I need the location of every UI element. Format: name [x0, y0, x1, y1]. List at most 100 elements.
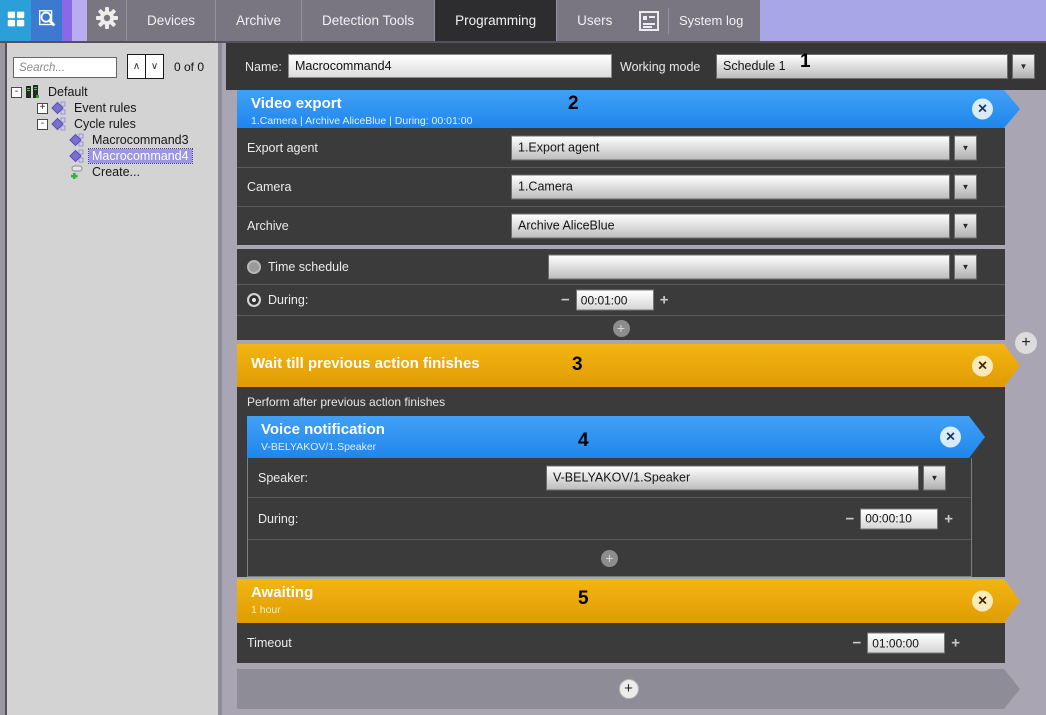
during-label: During: — [268, 293, 308, 307]
add-button[interactable]: + — [613, 320, 630, 337]
tree-item-macrocommand4[interactable]: Macrocommand4 — [11, 148, 216, 164]
time-schedule-dropdown[interactable]: ▼ — [548, 254, 977, 279]
action-subtitle: 1.Camera | Archive AliceBlue | During: 0… — [237, 112, 1020, 127]
action-subtitle: 1 hour — [237, 601, 1020, 616]
action-header-voice-notification: Voice notification V-BELYAKOV/1.Speaker … — [247, 416, 985, 458]
export-agent-value[interactable]: 1.Export agent — [511, 135, 950, 160]
dropdown-arrow-button[interactable]: ▼ — [923, 465, 946, 490]
tree-item-label: Default — [45, 85, 91, 99]
timeout-stepper: − + — [846, 633, 966, 654]
tab-programming[interactable]: Programming — [434, 0, 556, 41]
tab-archive[interactable]: Archive — [215, 0, 301, 41]
macro-name-input[interactable] — [288, 54, 612, 78]
tiles-icon — [5, 8, 27, 33]
camera-dropdown[interactable]: 1.Camera ▼ — [511, 175, 977, 200]
decorative-stripe — [72, 0, 87, 41]
tab-users[interactable]: Users — [556, 0, 632, 41]
during-radio[interactable] — [247, 293, 261, 307]
chevron-down-icon: ▼ — [962, 262, 970, 271]
tree-item-label: Create... — [89, 165, 143, 179]
divider — [668, 8, 669, 34]
timeout-label: Timeout — [247, 636, 292, 650]
speaker-dropdown[interactable]: V-BELYAKOV/1.Speaker ▼ — [546, 465, 946, 490]
add-button[interactable]: + — [601, 550, 618, 567]
settings-gear-button[interactable] — [87, 0, 126, 41]
working-mode-dropdown[interactable]: Schedule 1 ▼ — [716, 54, 1035, 79]
action-title: Wait till previous action finishes — [237, 344, 1020, 372]
add-action-row: + — [248, 539, 971, 576]
collapse-toggle[interactable]: - — [37, 119, 48, 130]
tab-devices[interactable]: Devices — [126, 0, 215, 41]
decrease-button[interactable]: − — [839, 510, 860, 527]
voice-during-label: During: — [258, 512, 298, 526]
time-schedule-radio[interactable] — [247, 260, 261, 274]
archive-dropdown[interactable]: Archive AliceBlue ▼ — [511, 214, 977, 239]
increase-button[interactable]: + — [945, 635, 966, 652]
create-plus-icon — [69, 165, 86, 179]
during-time-input[interactable] — [576, 290, 654, 311]
close-voice-notification-button[interactable]: × — [940, 427, 961, 448]
system-log-label: System log — [679, 13, 743, 28]
timeout-time-input[interactable] — [867, 633, 945, 654]
macro-editor-panel: Name: Working mode Schedule 1 ▼ Video ex… — [226, 43, 1046, 715]
collapse-toggle[interactable]: - — [11, 87, 22, 98]
wait-block-body: Perform after previous action finishes V… — [237, 387, 1005, 577]
layouts-button[interactable] — [0, 0, 31, 41]
search-panel-button[interactable] — [31, 0, 62, 41]
add-parameter-row: + — [237, 315, 1005, 340]
annotation-marker-2: 2 — [568, 93, 579, 115]
macro-diamond-icon — [69, 133, 86, 147]
dropdown-arrow-button[interactable]: ▼ — [954, 254, 977, 279]
chevron-down-icon: ▼ — [962, 222, 970, 231]
gear-icon — [95, 6, 119, 35]
voice-during-time-input[interactable] — [860, 508, 938, 529]
application-window: { "colors": { "accent_blue": "#2794f2", … — [0, 0, 1046, 715]
name-label: Name: — [245, 60, 282, 74]
close-awaiting-button[interactable]: × — [972, 591, 993, 612]
export-agent-label: Export agent — [247, 141, 318, 155]
time-schedule-value[interactable] — [548, 254, 950, 279]
tree-item-event-rules[interactable]: + Event rules — [11, 100, 216, 116]
working-mode-value[interactable]: Schedule 1 — [716, 54, 1008, 79]
camera-label: Camera — [247, 180, 291, 194]
search-prev-button[interactable]: ∧ — [127, 54, 146, 79]
tree-item-default[interactable]: - Default — [11, 84, 216, 100]
add-action-button[interactable]: + — [619, 679, 639, 699]
dropdown-arrow-button[interactable]: ▼ — [1012, 54, 1035, 79]
dropdown-arrow-button[interactable]: ▼ — [954, 214, 977, 239]
close-wait-button[interactable]: × — [972, 355, 993, 376]
tree-item-create[interactable]: Create... — [11, 164, 216, 180]
annotation-marker-5: 5 — [578, 588, 589, 610]
system-log-bar[interactable]: System log — [628, 0, 760, 41]
magnifier-icon — [36, 8, 58, 33]
decrease-button[interactable]: − — [846, 635, 867, 652]
close-video-export-button[interactable]: × — [972, 99, 993, 120]
tree-item-label: Cycle rules — [71, 117, 139, 131]
increase-button[interactable]: + — [654, 292, 675, 309]
tree-item-cycle-rules[interactable]: - Cycle rules — [11, 116, 216, 132]
server-icon — [25, 85, 42, 99]
speaker-value[interactable]: V-BELYAKOV/1.Speaker — [546, 465, 919, 490]
rules-tree: - Default + Event rules - Cycle rules Ma… — [11, 84, 216, 180]
search-next-button[interactable]: ∨ — [145, 54, 164, 79]
dropdown-arrow-button[interactable]: ▼ — [954, 175, 977, 200]
camera-value[interactable]: 1.Camera — [511, 175, 950, 200]
tree-item-macrocommand3[interactable]: Macrocommand3 — [11, 132, 216, 148]
expand-toggle[interactable]: + — [37, 103, 48, 114]
sidebar: ∧ ∨ 0 of 0 - Default + Event rules - Cyc… — [7, 43, 222, 715]
working-mode-label: Working mode — [620, 60, 700, 74]
system-log-icon — [638, 10, 660, 32]
add-action-side-button[interactable]: + — [1015, 332, 1037, 354]
chevron-down-icon: ▼ — [962, 183, 970, 192]
archive-value[interactable]: Archive AliceBlue — [511, 214, 950, 239]
decrease-button[interactable]: − — [555, 292, 576, 309]
action-subtitle: V-BELYAKOV/1.Speaker — [247, 438, 985, 453]
during-stepper: − + — [555, 290, 675, 311]
increase-button[interactable]: + — [938, 510, 959, 527]
chevron-down-icon: ▼ — [962, 143, 970, 152]
dropdown-arrow-button[interactable]: ▼ — [954, 135, 977, 160]
tree-search-input[interactable] — [13, 57, 117, 78]
export-agent-dropdown[interactable]: 1.Export agent ▼ — [511, 135, 977, 160]
top-bar: Devices Archive Detection Tools Programm… — [0, 0, 1046, 43]
tab-detection-tools[interactable]: Detection Tools — [301, 0, 434, 41]
